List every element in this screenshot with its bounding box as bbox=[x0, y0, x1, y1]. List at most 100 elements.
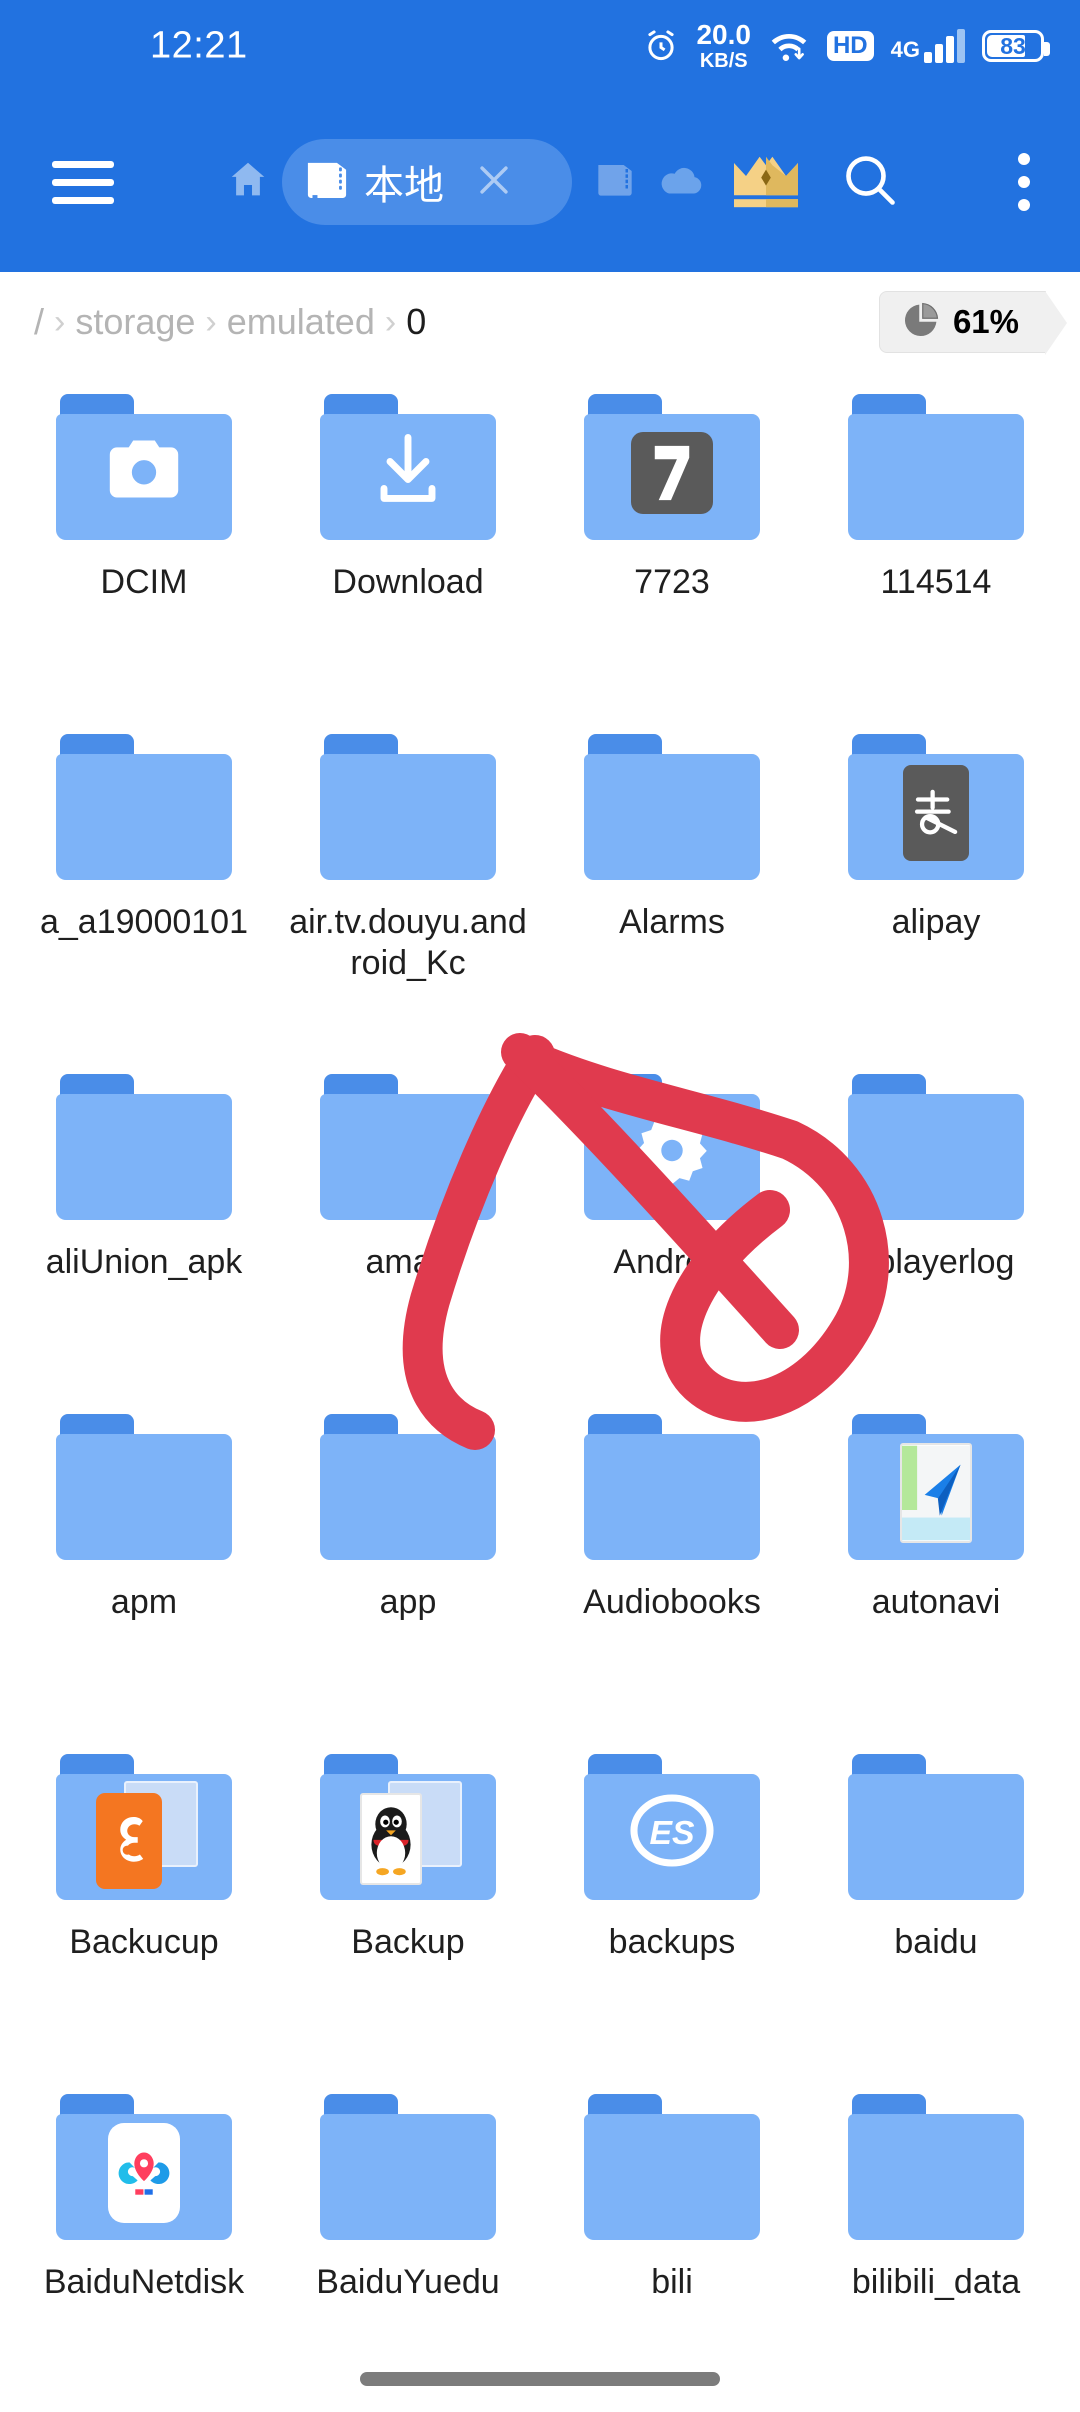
file-name-label: 7723 bbox=[634, 563, 710, 601]
file-name-label: BaiduNetdisk bbox=[43, 2263, 245, 2301]
breadcrumb-bar: / › storage › emulated › 0 61% bbox=[0, 272, 1080, 372]
file-grid-item[interactable]: aplayerlog bbox=[804, 1052, 1068, 1392]
status-bar: 12:21 20.0 KB/S HD 4G 83 bbox=[0, 0, 1080, 92]
breadcrumb-segment-emulated[interactable]: emulated bbox=[227, 301, 375, 343]
alipay-icon bbox=[903, 764, 969, 861]
file-grid-item[interactable]: aliUnion_apk bbox=[12, 1052, 276, 1392]
folder-icon bbox=[320, 1414, 496, 1560]
file-grid-item[interactable]: Android bbox=[540, 1052, 804, 1392]
close-icon[interactable] bbox=[472, 158, 516, 207]
file-grid-item[interactable]: bili bbox=[540, 2072, 804, 2412]
status-clock: 12:21 bbox=[150, 24, 248, 67]
breadcrumb-segment-current[interactable]: 0 bbox=[406, 301, 426, 343]
hamburger-menu-icon[interactable] bbox=[52, 160, 114, 204]
breadcrumb-segment-storage[interactable]: storage bbox=[75, 301, 195, 343]
folder-icon bbox=[584, 394, 760, 540]
file-grid-item[interactable]: apm bbox=[12, 1392, 276, 1732]
file-name-label: Backup bbox=[351, 1923, 465, 1961]
status-indicators: 20.0 KB/S HD 4G 83 bbox=[643, 19, 1050, 72]
svg-text:ES: ES bbox=[650, 1814, 695, 1852]
file-name-label: DCIM bbox=[100, 563, 188, 601]
file-name-label: Backucup bbox=[69, 1923, 219, 1961]
battery-icon: 83 bbox=[982, 30, 1050, 62]
file-grid-item[interactable]: Backucup bbox=[12, 1732, 276, 2072]
folder-icon bbox=[320, 2094, 496, 2240]
file-grid-item[interactable]: DCIM bbox=[12, 372, 276, 712]
folder-icon bbox=[584, 2094, 760, 2240]
file-name-label: apm bbox=[110, 1583, 178, 1621]
file-name-label: alipay bbox=[891, 903, 981, 941]
file-grid-item[interactable]: air.tv.douyu.android_Kc bbox=[276, 712, 540, 1052]
file-grid-item[interactable]: 7723 bbox=[540, 372, 804, 712]
cloud-icon[interactable] bbox=[660, 162, 704, 203]
alarm-clock-icon bbox=[643, 28, 679, 64]
app-toolbar: 本地 bbox=[0, 92, 1080, 272]
file-grid-item[interactable]: a_a19000101 bbox=[12, 712, 276, 1052]
file-name-label: Android bbox=[613, 1243, 731, 1281]
storage-usage-chip[interactable]: 61% bbox=[878, 291, 1068, 355]
folder-icon bbox=[56, 734, 232, 880]
breadcrumb: / › storage › emulated › 0 bbox=[34, 301, 426, 343]
folder-icon bbox=[848, 734, 1024, 880]
qq-penguin-icon bbox=[354, 1780, 462, 1885]
storage-usage-percent: 61% bbox=[952, 303, 1019, 340]
home-icon[interactable] bbox=[225, 157, 271, 208]
folder-icon bbox=[56, 1074, 232, 1220]
file-name-label: baidu bbox=[894, 1923, 978, 1961]
breadcrumb-separator: › bbox=[205, 302, 217, 341]
file-name-label: air.tv.douyu.android_Kc bbox=[289, 903, 527, 982]
download-icon bbox=[371, 431, 445, 514]
file-grid-item[interactable]: BaiduNetdisk bbox=[12, 2072, 276, 2412]
hd-badge: HD bbox=[826, 31, 874, 61]
folder-icon bbox=[56, 2094, 232, 2240]
network-speed-value: 20.0 bbox=[696, 19, 751, 50]
7723-app-icon bbox=[631, 431, 713, 514]
file-grid-item[interactable]: 114514 bbox=[804, 372, 1068, 712]
network-speed-unit: KB/S bbox=[699, 50, 748, 72]
folder-icon bbox=[848, 1754, 1024, 1900]
autonavi-icon bbox=[900, 1442, 972, 1543]
file-name-label: backups bbox=[608, 1923, 736, 1961]
battery-level: 83 bbox=[1000, 32, 1026, 59]
file-name-label: 114514 bbox=[880, 563, 992, 601]
folder-icon: ES bbox=[584, 1754, 760, 1900]
file-grid-item[interactable]: BaiduYuedu bbox=[276, 2072, 540, 2412]
file-grid-item[interactable]: Audiobooks bbox=[540, 1392, 804, 1732]
file-grid-item[interactable]: Alarms bbox=[540, 712, 804, 1052]
folder-icon bbox=[320, 1754, 496, 1900]
file-grid-item[interactable]: baidu bbox=[804, 1732, 1068, 2072]
home-gesture-pill[interactable] bbox=[360, 2372, 720, 2386]
folder-icon bbox=[848, 2094, 1024, 2240]
network-speed-indicator: 20.0 KB/S bbox=[696, 19, 751, 72]
pie-chart-icon bbox=[900, 299, 942, 346]
file-grid-item[interactable]: amap bbox=[276, 1052, 540, 1392]
file-name-label: aplayerlog bbox=[857, 1243, 1015, 1281]
file-name-label: a_a19000101 bbox=[39, 903, 248, 941]
breadcrumb-segment-root[interactable]: / bbox=[34, 301, 44, 343]
network-type-label: 4G bbox=[890, 37, 920, 62]
file-grid-item[interactable]: alipay bbox=[804, 712, 1068, 1052]
file-name-label: app bbox=[379, 1583, 437, 1621]
overflow-menu-icon[interactable] bbox=[1018, 153, 1030, 211]
file-grid-item[interactable]: ES backups bbox=[540, 1732, 804, 2072]
breadcrumb-separator: › bbox=[384, 302, 397, 341]
file-grid-item[interactable]: autonavi bbox=[804, 1392, 1068, 1732]
breadcrumb-separator: › bbox=[54, 302, 66, 341]
folder-icon bbox=[848, 394, 1024, 540]
file-name-label: amap bbox=[365, 1243, 451, 1281]
folder-icon bbox=[56, 1754, 232, 1900]
file-name-label: bili bbox=[651, 2263, 693, 2301]
file-grid-item[interactable]: Download bbox=[276, 372, 540, 712]
file-grid-item[interactable]: bilibili_data bbox=[804, 2072, 1068, 2412]
file-grid-item[interactable]: Backup bbox=[276, 1732, 540, 2072]
search-icon[interactable] bbox=[840, 150, 900, 215]
folder-icon bbox=[848, 1074, 1024, 1220]
file-grid-item[interactable]: app bbox=[276, 1392, 540, 1732]
file-name-label: Audiobooks bbox=[583, 1583, 761, 1621]
tab-secondary-sdcard-icon[interactable] bbox=[595, 161, 635, 204]
tab-local[interactable]: 本地 bbox=[282, 139, 572, 225]
folder-icon bbox=[584, 734, 760, 880]
es-explorer-icon: ES bbox=[626, 1784, 718, 1881]
uc-browser-icon bbox=[90, 1780, 198, 1889]
crown-icon[interactable] bbox=[730, 149, 802, 216]
